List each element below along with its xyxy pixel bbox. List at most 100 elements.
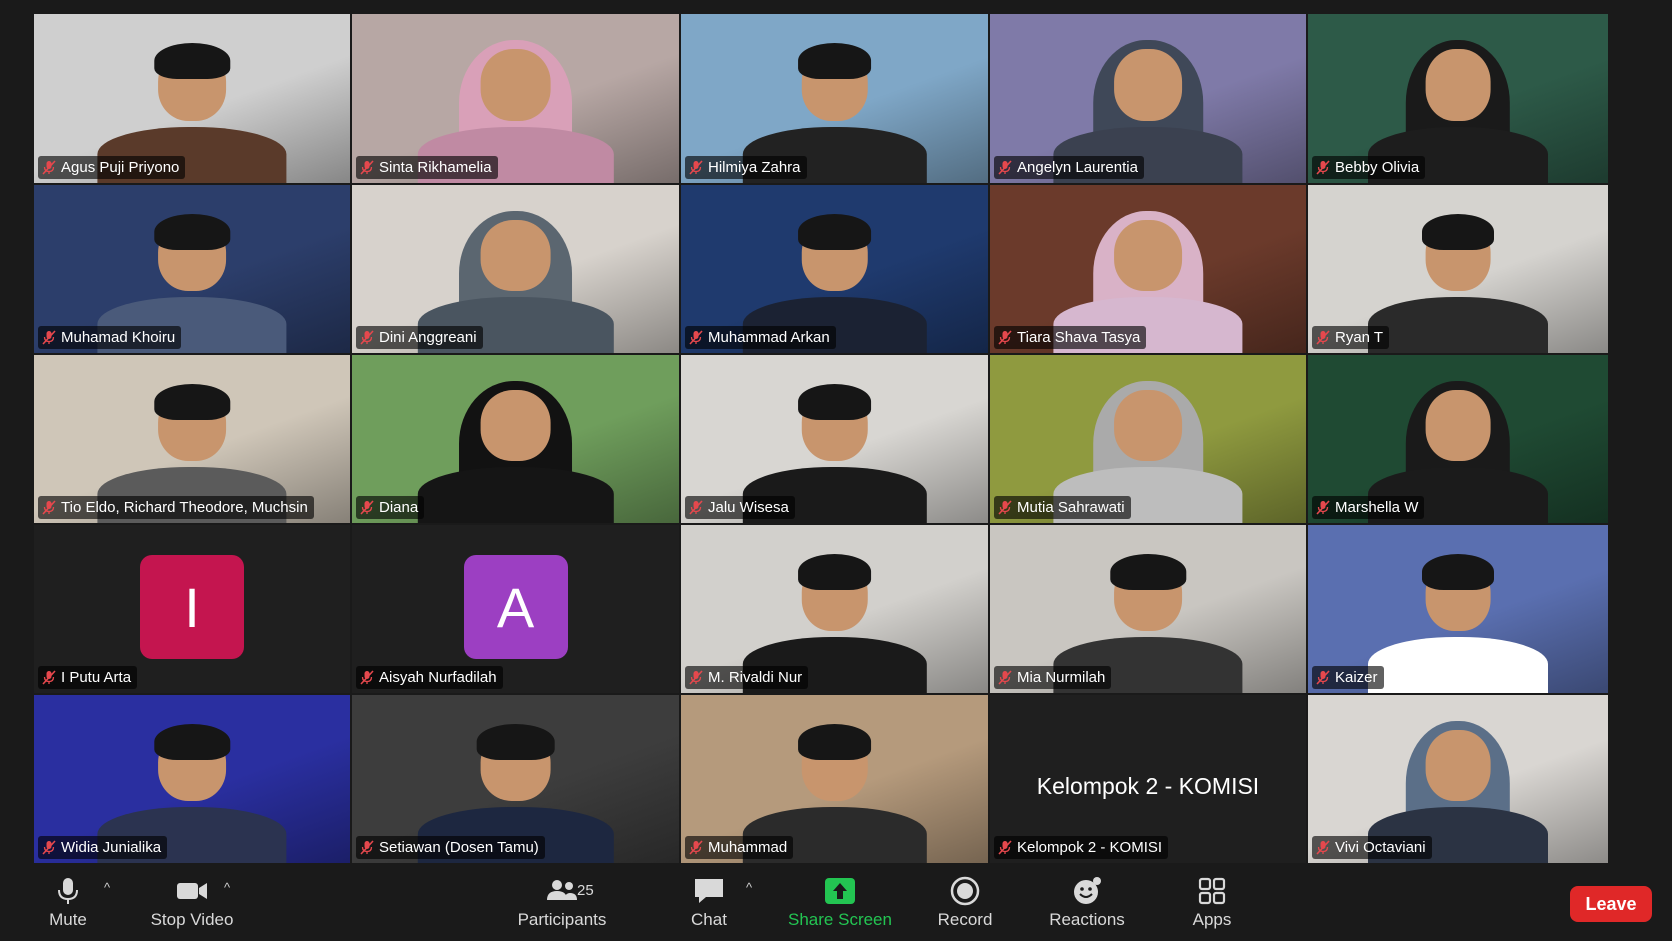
participant-name: Kaizer xyxy=(1335,669,1378,686)
participants-button[interactable]: Participants xyxy=(512,876,612,936)
leave-button[interactable]: Leave xyxy=(1570,886,1652,922)
muted-mic-icon xyxy=(689,670,703,685)
muted-mic-icon xyxy=(42,330,56,345)
participant-tile[interactable]: Vivi Octaviani xyxy=(1308,695,1608,863)
muted-mic-icon xyxy=(42,160,56,175)
participant-tile[interactable]: Widia Junialika xyxy=(34,695,350,863)
participant-tile[interactable]: Kelompok 2 - KOMISI Kelompok 2 - KOMISI xyxy=(990,695,1306,863)
participant-figure xyxy=(417,375,614,523)
participant-name-tag: Angelyn Laurentia xyxy=(994,156,1144,179)
participant-name-tag: Agus Puji Priyono xyxy=(38,156,186,179)
chat-button[interactable]: Chat xyxy=(684,876,734,936)
participant-name-tag: Hilmiya Zahra xyxy=(685,156,807,179)
muted-mic-icon xyxy=(360,160,374,175)
audio-options-caret[interactable]: ^ xyxy=(104,880,110,895)
participant-name-tag: I Putu Arta xyxy=(38,666,138,689)
muted-mic-icon xyxy=(689,160,703,175)
participant-tile[interactable]: Ryan T xyxy=(1308,185,1608,353)
participant-tile[interactable]: Bebby Olivia xyxy=(1308,14,1608,183)
participant-name: M. Rivaldi Nur xyxy=(708,669,803,686)
participant-name-tag: Kelompok 2 - KOMISI xyxy=(994,836,1169,859)
participant-tile[interactable]: Hilmiya Zahra xyxy=(681,14,988,183)
record-button[interactable]: Record xyxy=(932,876,998,936)
participant-name-tag: Mia Nurmilah xyxy=(994,666,1112,689)
participant-name: Muhammad Arkan xyxy=(708,329,830,346)
share-screen-icon xyxy=(825,878,855,904)
participant-name: Bebby Olivia xyxy=(1335,159,1420,176)
participant-name-tag: Vivi Octaviani xyxy=(1312,836,1432,859)
muted-mic-icon xyxy=(360,330,374,345)
participant-name: Marshella W xyxy=(1335,499,1419,516)
participant-tile[interactable]: Angelyn Laurentia xyxy=(990,14,1306,183)
participant-name-tag: Marshella W xyxy=(1312,496,1425,519)
participant-name: Ryan T xyxy=(1335,329,1384,346)
participant-name-tag: Muhamad Khoiru xyxy=(38,326,182,349)
participant-name: I Putu Arta xyxy=(61,669,132,686)
share-screen-button[interactable]: Share Screen xyxy=(784,876,896,936)
participant-figure xyxy=(1368,205,1548,353)
participant-tile[interactable]: Dini Anggreani xyxy=(352,185,679,353)
participant-tile[interactable]: Muhammad xyxy=(681,695,988,863)
participant-tile[interactable]: Mia Nurmilah xyxy=(990,525,1306,693)
participant-tile[interactable]: Jalu Wisesa xyxy=(681,355,988,523)
muted-mic-icon xyxy=(360,500,374,515)
reactions-button[interactable]: Reactions xyxy=(1044,876,1130,936)
participant-name-tag: Kaizer xyxy=(1312,666,1384,689)
participant-name: Dini Anggreani xyxy=(379,329,477,346)
participant-tile[interactable]: Muhamad Khoiru xyxy=(34,185,350,353)
muted-mic-icon xyxy=(1316,840,1330,855)
participant-tile[interactable]: Diana xyxy=(352,355,679,523)
chat-options-caret[interactable]: ^ xyxy=(746,880,752,895)
participant-tile[interactable]: Marshella W xyxy=(1308,355,1608,523)
participant-tile[interactable]: Setiawan (Dosen Tamu) xyxy=(352,695,679,863)
participant-name-tag: Bebby Olivia xyxy=(1312,156,1426,179)
participant-name-tag: Ryan T xyxy=(1312,326,1390,349)
participant-tile[interactable]: Muhammad Arkan xyxy=(681,185,988,353)
participant-name: Muhamad Khoiru xyxy=(61,329,176,346)
participant-tile[interactable]: Kaizer xyxy=(1308,525,1608,693)
muted-mic-icon xyxy=(360,670,374,685)
participant-name-tag: Tiara Shava Tasya xyxy=(994,326,1147,349)
participant-name-tag: Mutia Sahrawati xyxy=(994,496,1131,519)
muted-mic-icon xyxy=(1316,330,1330,345)
muted-mic-icon xyxy=(42,670,56,685)
participant-name-tag: Jalu Wisesa xyxy=(685,496,795,519)
video-grid: Agus Puji Priyono Sinta Rikhamelia Hilmiya… xyxy=(0,0,1672,870)
muted-mic-icon xyxy=(998,840,1012,855)
muted-mic-icon xyxy=(689,330,703,345)
participant-name-tag: M. Rivaldi Nur xyxy=(685,666,809,689)
muted-mic-icon xyxy=(689,500,703,515)
muted-mic-icon xyxy=(998,500,1012,515)
participant-tile[interactable]: Mutia Sahrawati xyxy=(990,355,1306,523)
muted-mic-icon xyxy=(360,840,374,855)
mute-button[interactable]: Mute xyxy=(42,876,94,936)
participant-tile[interactable]: Sinta Rikhamelia xyxy=(352,14,679,183)
video-options-caret[interactable]: ^ xyxy=(224,880,230,895)
participant-name-tag: Tio Eldo, Richard Theodore, Muchsin xyxy=(38,496,314,519)
participant-name: Muhammad xyxy=(708,839,788,856)
participant-name-tag: Sinta Rikhamelia xyxy=(356,156,498,179)
participant-name-tag: Setiawan (Dosen Tamu) xyxy=(356,836,545,859)
participant-tile[interactable]: Agus Puji Priyono xyxy=(34,14,350,183)
participant-name-tag: Aisyah Nurfadilah xyxy=(356,666,503,689)
apps-icon xyxy=(1198,877,1226,905)
participant-name-tag: Widia Junialika xyxy=(38,836,168,859)
participant-name-tag: Muhammad Arkan xyxy=(685,326,836,349)
participant-name-tag: Muhammad xyxy=(685,836,794,859)
participant-name: Mia Nurmilah xyxy=(1017,669,1106,686)
participant-tile[interactable]: A Aisyah Nurfadilah xyxy=(352,525,679,693)
apps-button[interactable]: Apps xyxy=(1187,876,1237,936)
muted-mic-icon xyxy=(42,840,56,855)
participant-avatar: I xyxy=(140,555,244,659)
participant-tile[interactable]: Tiara Shava Tasya xyxy=(990,185,1306,353)
participants-count: 25 xyxy=(577,882,594,899)
participant-tile[interactable]: I I Putu Arta xyxy=(34,525,350,693)
muted-mic-icon xyxy=(998,670,1012,685)
participant-tile[interactable]: Tio Eldo, Richard Theodore, Muchsin xyxy=(34,355,350,523)
participant-name: Angelyn Laurentia xyxy=(1017,159,1138,176)
participant-tile[interactable]: M. Rivaldi Nur xyxy=(681,525,988,693)
participant-name: Tiara Shava Tasya xyxy=(1017,329,1141,346)
muted-mic-icon xyxy=(1316,160,1330,175)
participant-name-tag: Dini Anggreani xyxy=(356,326,483,349)
record-label: Record xyxy=(937,910,993,929)
